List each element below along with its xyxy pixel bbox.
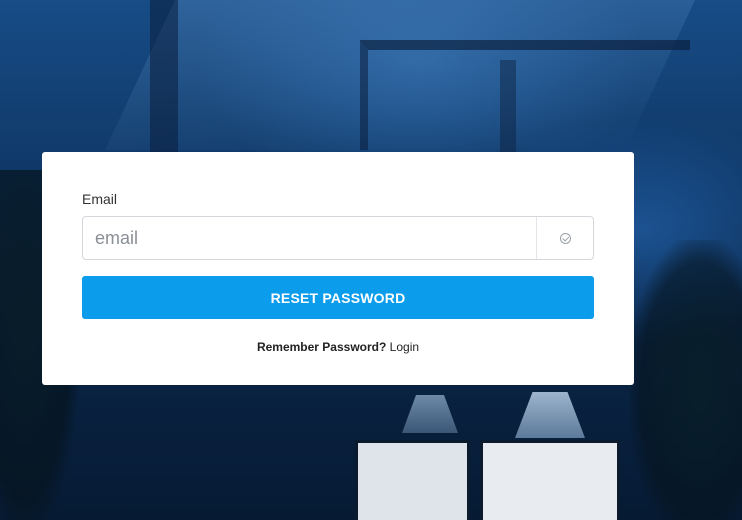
background-pillar	[150, 0, 178, 160]
email-label: Email	[82, 191, 118, 207]
background-monitor	[480, 440, 620, 520]
email-input[interactable]	[83, 217, 537, 259]
background-lamp	[402, 395, 458, 433]
remember-password-text: Remember Password?	[256, 340, 387, 354]
email-addon	[537, 217, 593, 259]
background-window-frame	[360, 40, 690, 150]
background-monitor	[355, 440, 470, 520]
login-prompt: Remember Password? Login	[42, 340, 634, 354]
login-link[interactable]: Login	[390, 340, 419, 354]
background-lamp	[515, 392, 585, 438]
email-input-group	[82, 216, 594, 260]
check-circle-icon	[559, 232, 571, 244]
reset-password-card: Email RESET PASSWORD Remember Password? …	[42, 152, 634, 385]
reset-password-button[interactable]: RESET PASSWORD	[82, 276, 594, 319]
background-plant	[630, 240, 742, 520]
